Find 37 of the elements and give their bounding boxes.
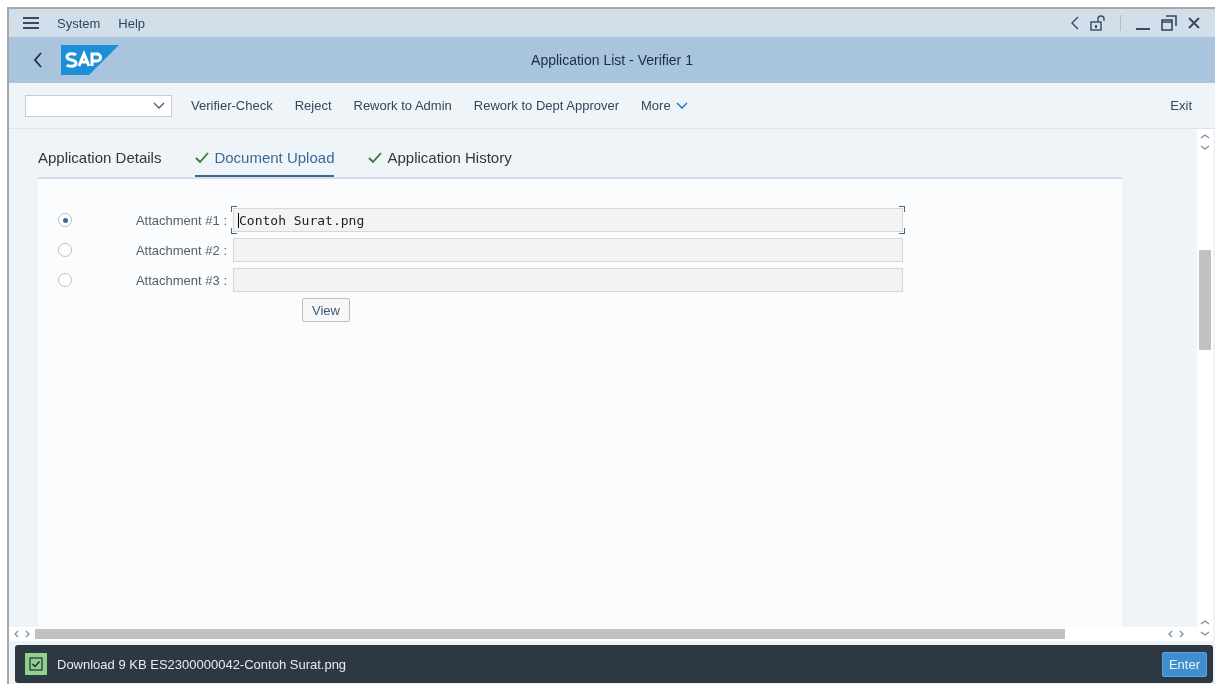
status-message: Download 9 KB ES2300000042-Contoh Surat.png <box>57 656 347 672</box>
radio-button[interactable] <box>58 213 72 227</box>
field-label: Attachment #1 : <box>134 212 228 228</box>
scroll-arrows-icon[interactable] <box>1167 630 1185 638</box>
radio-button[interactable] <box>58 243 72 257</box>
chevron-down-icon <box>153 101 165 110</box>
toolbar-button[interactable]: Rework to Admin <box>342 94 463 117</box>
unlock-icon[interactable] <box>1090 15 1106 31</box>
view-button[interactable]: View <box>302 298 350 322</box>
field-label: Attachment #3 : <box>134 272 228 288</box>
menu-icon[interactable] <box>23 17 39 29</box>
field-label: Attachment #2 : <box>134 242 228 258</box>
logo-icon <box>61 45 119 75</box>
tab[interactable]: Application History <box>368 149 512 177</box>
tab[interactable]: Application Details <box>38 149 162 177</box>
scroll-arrows-icon[interactable] <box>13 630 31 638</box>
radio-button[interactable] <box>58 273 72 287</box>
input-field[interactable] <box>233 268 903 292</box>
input-field[interactable]: Contoh Surat.png <box>233 208 903 232</box>
scrollbar-thumb[interactable] <box>35 629 1065 639</box>
input-field[interactable] <box>233 238 903 262</box>
scrollbar-thumb[interactable] <box>1199 250 1211 350</box>
restore-icon[interactable] <box>1161 15 1177 31</box>
menu-item[interactable]: System <box>57 15 101 31</box>
toolbar-button[interactable]: Verifier-Check <box>180 94 284 117</box>
back-icon[interactable] <box>33 52 43 68</box>
scroll-arrows-icon[interactable] <box>1200 133 1210 151</box>
toolbar-button[interactable]: Reject <box>283 94 343 117</box>
more-button[interactable]: More <box>630 94 699 117</box>
window-title: Application List - Verifier 1 <box>531 52 693 68</box>
exit-button[interactable]: Exit <box>1159 94 1203 117</box>
menu-item[interactable]: Help <box>118 15 146 31</box>
close-icon[interactable] <box>1187 16 1201 30</box>
toolbar-button[interactable]: Rework to Dept Approver <box>462 94 630 117</box>
back-icon[interactable] <box>1070 16 1080 30</box>
scroll-arrows-icon[interactable] <box>1200 619 1210 637</box>
chevron-down-icon <box>675 101 688 110</box>
